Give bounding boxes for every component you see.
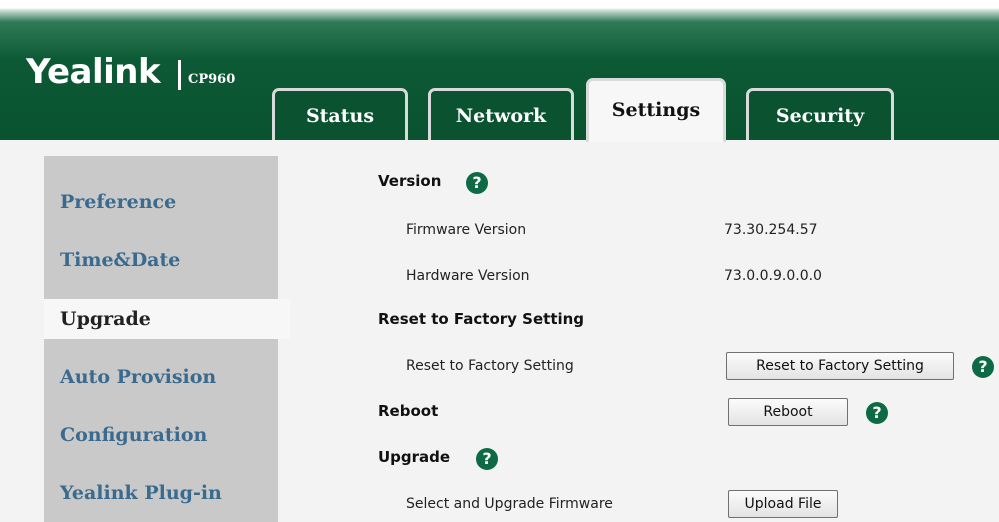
tab-settings[interactable]: Settings (586, 78, 726, 142)
reset-factory-button[interactable]: Reset to Factory Setting (726, 352, 954, 380)
sidebar-item-time-date[interactable]: Time&Date (44, 240, 278, 280)
hardware-version-value: 73.0.0.9.0.0.0 (724, 268, 822, 284)
sidebar-item-yealink-plugin[interactable]: Yealink Plug-in (44, 473, 278, 513)
firmware-version-value: 73.30.254.57 (724, 222, 818, 238)
sidebar: Preference Time&Date Upgrade Auto Provis… (44, 156, 290, 522)
section-title-upgrade: Upgrade (378, 448, 451, 466)
reset-factory-label: Reset to Factory Setting (406, 358, 574, 374)
header-bar: Yealink CP960 Status Network Settings Se… (0, 0, 999, 142)
select-upgrade-firmware-label: Select and Upgrade Firmware (406, 496, 613, 512)
section-title-reset: Reset to Factory Setting (378, 310, 585, 328)
help-icon[interactable]: ? (866, 402, 888, 424)
section-title-reboot: Reboot (378, 402, 439, 420)
upgrade-panel: Version ? Firmware Version 73.30.254.57 … (290, 150, 999, 522)
sidebar-item-preference[interactable]: Preference (44, 182, 278, 222)
tab-status[interactable]: Status (272, 88, 408, 140)
help-icon[interactable]: ? (972, 356, 994, 378)
model-label: CP960 (188, 72, 236, 87)
tab-network[interactable]: Network (428, 88, 574, 140)
help-icon[interactable]: ? (476, 448, 498, 470)
reboot-button[interactable]: Reboot (728, 398, 848, 426)
section-title-version: Version (378, 172, 442, 190)
yealink-logo: Yealink (26, 52, 161, 92)
hardware-version-label: Hardware Version (406, 268, 530, 284)
sidebar-item-auto-provision[interactable]: Auto Provision (44, 357, 278, 397)
help-icon[interactable]: ? (466, 172, 488, 194)
sidebar-item-configuration[interactable]: Configuration (44, 415, 278, 455)
tab-security[interactable]: Security (746, 88, 894, 140)
sidebar-item-upgrade[interactable]: Upgrade (44, 299, 290, 339)
firmware-version-label: Firmware Version (406, 222, 527, 238)
upload-file-button[interactable]: Upload File (728, 490, 838, 518)
logo-divider (178, 60, 181, 90)
